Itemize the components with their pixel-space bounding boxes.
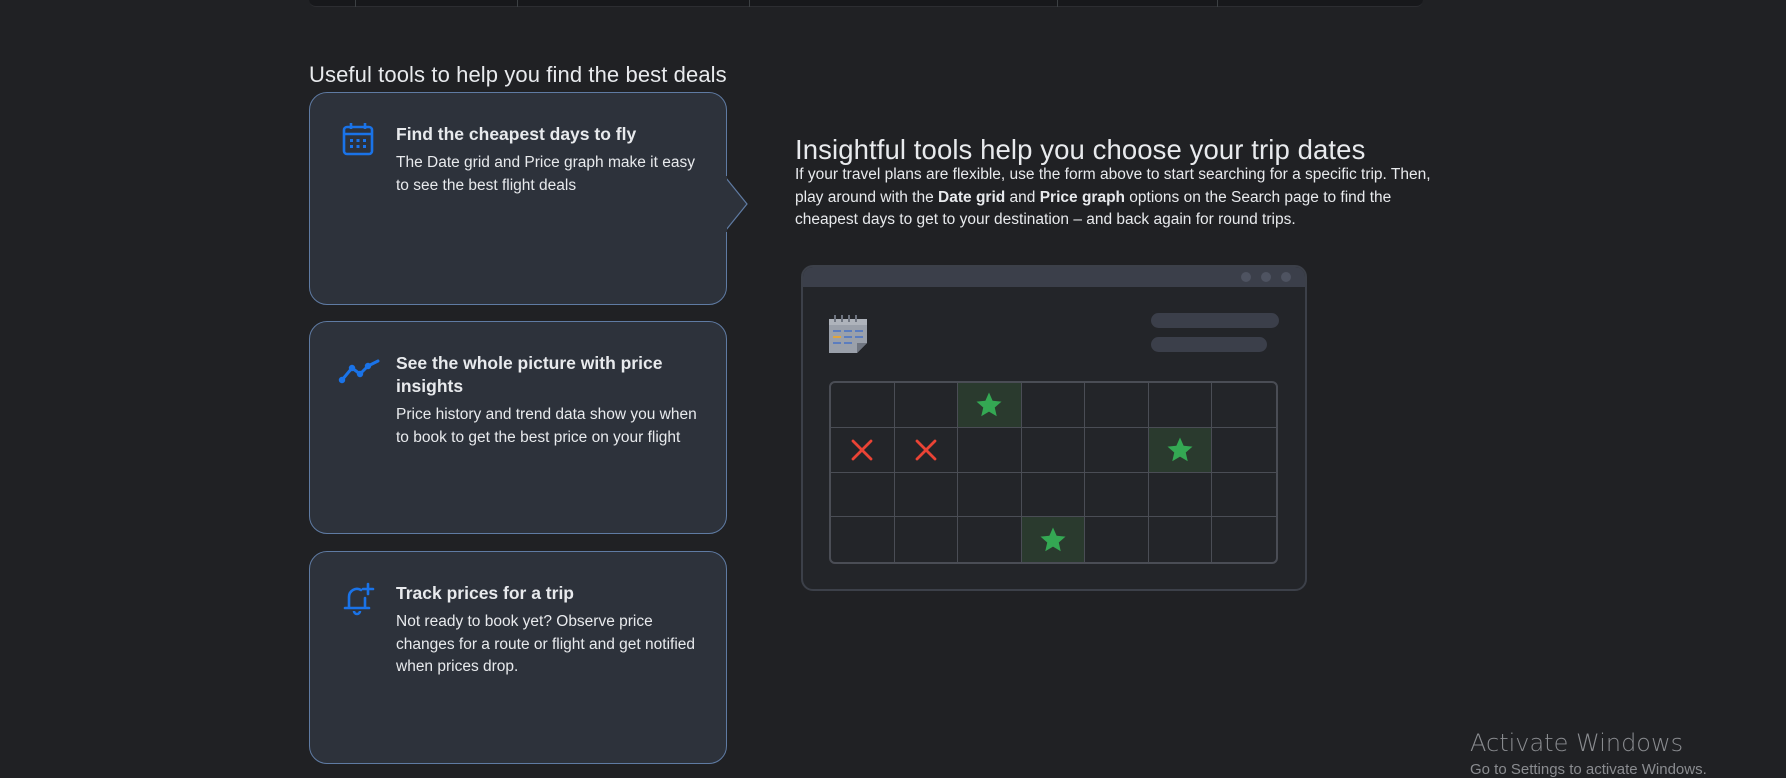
date-grid-cell bbox=[1148, 427, 1213, 473]
date-grid-cell bbox=[1085, 383, 1149, 428]
window-dot bbox=[1241, 272, 1251, 282]
card-title: See the whole picture with price insight… bbox=[396, 353, 663, 396]
card-description: Not ready to book yet? Observe price cha… bbox=[396, 613, 696, 675]
date-grid-cell bbox=[894, 427, 959, 473]
detail-body: If your travel plans are flexible, use t… bbox=[795, 164, 1435, 232]
date-grid-cell bbox=[1021, 427, 1086, 473]
star-icon bbox=[1167, 437, 1193, 461]
card-title: Find the cheapest days to fly bbox=[396, 124, 637, 144]
date-grid-cell bbox=[1212, 473, 1276, 518]
section-heading: Useful tools to help you find the best d… bbox=[309, 62, 727, 88]
detail-heading: Insightful tools help you choose your tr… bbox=[795, 133, 1366, 165]
active-card-pointer bbox=[725, 176, 748, 232]
bell-add-icon bbox=[340, 580, 376, 616]
detail-body-text: and bbox=[1005, 188, 1040, 206]
divider bbox=[1217, 0, 1218, 7]
date-grid-cell bbox=[895, 517, 959, 562]
date-grid-cell bbox=[894, 383, 959, 428]
calendar-page-icon bbox=[827, 313, 871, 360]
date-grid-term: Date grid bbox=[938, 188, 1006, 206]
window-titlebar bbox=[803, 267, 1305, 287]
window-dot bbox=[1261, 272, 1271, 282]
placeholder-bar bbox=[1151, 337, 1267, 352]
date-grid-cell bbox=[958, 517, 1022, 562]
star-icon bbox=[976, 392, 1002, 417]
date-grid-cell bbox=[1212, 517, 1276, 562]
date-grid-cell bbox=[1021, 383, 1086, 428]
calendar-icon bbox=[340, 121, 376, 157]
x-mark-icon bbox=[851, 439, 873, 461]
date-grid-cell bbox=[831, 472, 895, 518]
divider bbox=[355, 0, 356, 7]
date-grid-cell bbox=[1148, 472, 1213, 518]
date-grid-cell bbox=[894, 472, 959, 518]
date-grid-cell bbox=[958, 472, 1022, 518]
date-grid-cell bbox=[1149, 517, 1213, 562]
date-grid-cell bbox=[831, 383, 895, 428]
x-mark-icon bbox=[915, 439, 937, 461]
date-grid-cell bbox=[831, 517, 895, 562]
tool-card-price-insights[interactable]: See the whole picture with price insight… bbox=[309, 321, 727, 534]
date-grid-cell bbox=[958, 427, 1022, 473]
tool-card-track-prices[interactable]: Track prices for a trip Not ready to boo… bbox=[309, 551, 727, 764]
tool-card-cheapest-days[interactable]: Find the cheapest days to fly The Date g… bbox=[309, 92, 727, 305]
divider bbox=[1057, 0, 1058, 7]
window-dot bbox=[1281, 272, 1291, 282]
top-search-bar-remnant bbox=[309, 0, 1423, 7]
date-grid-cell bbox=[1021, 517, 1086, 562]
date-grid bbox=[829, 381, 1278, 564]
activate-windows-title: Activate Windows bbox=[1470, 729, 1684, 757]
activate-windows-subtitle: Go to Settings to activate Windows. bbox=[1470, 761, 1707, 778]
price-graph-term: Price graph bbox=[1039, 188, 1125, 206]
date-grid-cell bbox=[958, 383, 1022, 428]
card-description: Price history and trend data show you wh… bbox=[396, 406, 697, 446]
date-grid-cell bbox=[831, 427, 895, 473]
trend-line-icon bbox=[338, 358, 382, 394]
date-grid-cell bbox=[1085, 517, 1149, 562]
date-grid-cell bbox=[1085, 472, 1149, 518]
divider bbox=[517, 0, 518, 7]
date-grid-cell bbox=[1085, 427, 1149, 473]
date-grid-cell bbox=[1148, 383, 1213, 428]
divider bbox=[749, 0, 750, 7]
card-description: The Date grid and Price graph make it ea… bbox=[396, 154, 695, 194]
date-grid-illustration bbox=[801, 265, 1307, 591]
placeholder-bar bbox=[1151, 313, 1279, 328]
date-grid-cell bbox=[1212, 428, 1276, 473]
star-icon bbox=[1040, 527, 1066, 551]
date-grid-cell bbox=[1021, 472, 1086, 518]
date-grid-cell bbox=[1212, 383, 1276, 428]
card-title: Track prices for a trip bbox=[396, 583, 574, 603]
